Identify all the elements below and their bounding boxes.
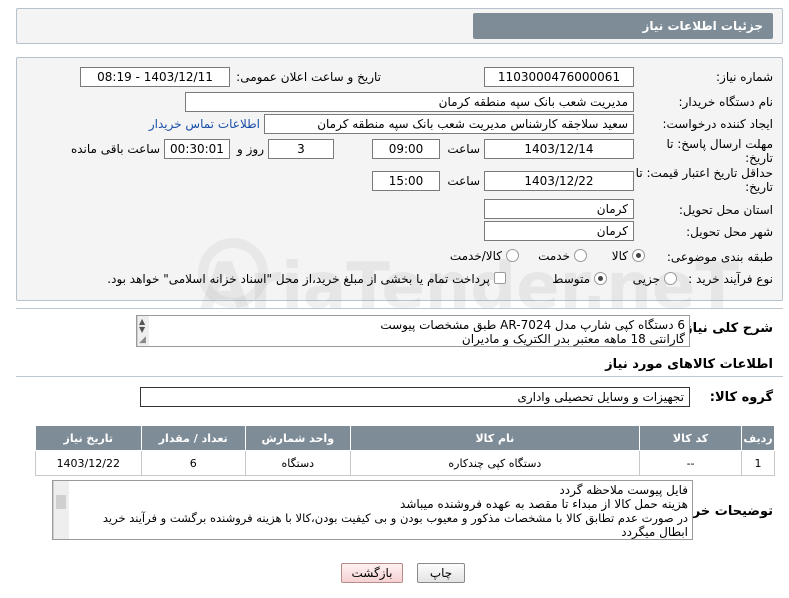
summary-textarea[interactable]: ▲ ▼ ◢ 6 دستگاه کپی شارپ مدل AR-7024 طبق … [136, 315, 690, 347]
cell-qty: 6 [140, 450, 246, 476]
goods-group-field: تجهیزات و وسایل تحصیلی واداری [140, 387, 690, 407]
validity-time-label: ساعت [447, 174, 480, 188]
radio-process-minor[interactable] [664, 272, 677, 285]
cell-unit: دستگاه [244, 450, 351, 476]
radio-category-service-label: خدمت [538, 249, 570, 263]
col-qty: تعداد / مقدار [140, 425, 246, 451]
summary-line-1: 6 دستگاه کپی شارپ مدل AR-7024 طبق مشخصات… [380, 318, 685, 332]
col-code: کد کالا [639, 425, 743, 451]
divider-goods [16, 376, 783, 377]
radio-category-both[interactable] [506, 249, 519, 262]
table-row: 1 -- دستگاه کپی چندکاره دستگاه 6 1403/12… [35, 450, 775, 476]
need-number-field: 1103000476000061 [484, 67, 634, 87]
validity-time-field: 15:00 [372, 171, 440, 191]
buyer-note-line-1: فایل پیوست ملاحظه گردد [559, 483, 688, 497]
radio-process-medium[interactable] [594, 272, 607, 285]
goods-section-title: اطلاعات کالاهای مورد نیاز [605, 357, 773, 372]
province-field: کرمان [484, 199, 634, 219]
announce-label: تاریخ و ساعت اعلان عمومی: [236, 70, 381, 84]
radio-process-minor-label: جزیی [632, 272, 660, 286]
goods-group-label: گروه کالا: [709, 390, 773, 405]
process-label: نوع فرآیند خرید : [688, 272, 773, 286]
cell-name: دستگاه کپی چندکاره [349, 450, 641, 476]
col-row: ردیف [741, 425, 775, 451]
col-date: تاریخ نیاز [35, 425, 142, 451]
city-field: کرمان [484, 221, 634, 241]
treasury-checkbox[interactable] [494, 272, 506, 284]
cell-code: -- [639, 450, 743, 476]
divider-top [16, 308, 783, 309]
buyer-note-line-4: ابطال میگردد [621, 525, 688, 539]
print-button[interactable]: چاپ [417, 563, 465, 583]
contact-link[interactable]: اطلاعات تماس خریدار [124, 117, 260, 131]
goods-table: ردیف کد کالا نام کالا واحد شمارش تعداد /… [35, 425, 775, 476]
resize-handle-icon: ◢ [139, 335, 146, 345]
validity-label-2: تاریخ: [745, 180, 773, 194]
validity-label: حداقل تاریخ اعتبار قیمت: تا [635, 166, 773, 180]
scroll-down-icon[interactable]: ▼ [139, 326, 145, 334]
cell-row: 1 [741, 450, 775, 476]
deadline-label: مهلت ارسال پاسخ: تا [666, 137, 773, 151]
days-field: 3 [268, 139, 334, 159]
deadline-label-2: تاریخ: [745, 151, 773, 165]
validity-date-field: 1403/12/22 [484, 171, 634, 191]
deadline-date-field: 1403/12/14 [484, 139, 634, 159]
need-number-label: شماره نیاز: [716, 70, 773, 84]
buyer-note-line-3: در صورت عدم تطابق کالا با مشخصات مذکور و… [102, 511, 688, 525]
summary-line-2: گارانتی 18 ماهه معتبر بدر الکتریک و مادی… [461, 332, 685, 346]
creator-field: سعید سلاجقه کارشناس مدیریت شعب بانک سپه … [264, 114, 634, 134]
notes-scroll-thumb[interactable] [56, 495, 66, 509]
province-label: استان محل تحویل: [678, 203, 773, 217]
deadline-time-field: 09:00 [372, 139, 440, 159]
category-label: طبقه بندی موضوعی: [666, 250, 773, 264]
city-label: شهر محل تحویل: [686, 225, 773, 239]
col-unit: واحد شمارش [244, 425, 351, 451]
announce-field: 1403/12/11 - 08:19 [80, 67, 230, 87]
page-title: جزئیات اطلاعات نیاز [473, 13, 773, 39]
days-label: روز و [237, 142, 264, 156]
radio-category-both-label: کالا/خدمت [449, 249, 502, 263]
radio-process-medium-label: متوسط [552, 272, 590, 286]
remaining-field: 00:30:01 [164, 139, 230, 159]
payment-note: پرداخت تمام یا بخشی از مبلغ خرید،از محل … [107, 272, 490, 286]
cell-date: 1403/12/22 [35, 450, 142, 476]
goods-table-header: ردیف کد کالا نام کالا واحد شمارش تعداد /… [35, 425, 775, 451]
buyer-note-line-2: هزینه حمل کالا از مبداء تا مقصد به عهده … [400, 497, 688, 511]
radio-category-service[interactable] [574, 249, 587, 262]
notes-scrollbar[interactable] [53, 481, 69, 539]
back-button[interactable]: بازگشت [341, 563, 403, 583]
buyer-org-field: مدیریت شعب بانک سپه منطقه کرمان [185, 92, 634, 112]
col-name: نام کالا [349, 425, 641, 451]
radio-category-goods[interactable] [632, 249, 645, 262]
summary-label: شرح کلی نیاز: [679, 321, 773, 336]
buyer-notes-textarea[interactable]: فایل پیوست ملاحظه گردد هزینه حمل کالا از… [52, 480, 693, 540]
remaining-label: ساعت باقی مانده [70, 142, 160, 156]
creator-label: ایجاد کننده درخواست: [662, 117, 773, 131]
deadline-time-label: ساعت [447, 142, 480, 156]
radio-category-goods-label: کالا [611, 249, 628, 263]
buyer-org-label: نام دستگاه خریدار: [678, 95, 774, 109]
